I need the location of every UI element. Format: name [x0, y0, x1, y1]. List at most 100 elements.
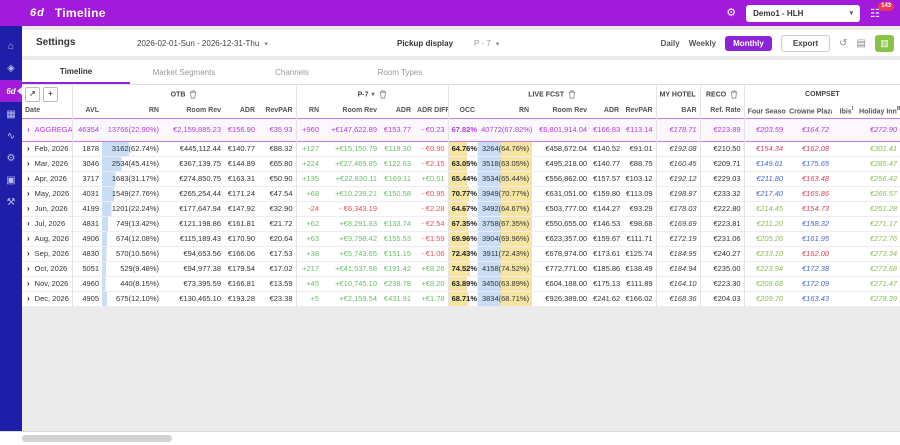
row-expand-chevron[interactable]: › [27, 294, 30, 303]
row-date-label: Jun, 2026 [35, 204, 68, 213]
delete-icon[interactable] [189, 90, 197, 99]
p7-room-rev-cell: +€8,291.83 [322, 216, 380, 231]
row-date-label: Apr, 2026 [35, 174, 67, 183]
date-cell: › Apr, 2026 [22, 171, 72, 186]
crowne-plaza-cell: €163.43 [786, 291, 832, 306]
horizontal-scrollbar[interactable] [0, 431, 900, 445]
expand-all-button[interactable]: ↗ [25, 87, 40, 102]
avl-cell: 4031 [72, 186, 102, 201]
tab-market-segments[interactable]: Market Segments [130, 60, 238, 84]
refresh-icon[interactable]: ↺ [839, 38, 847, 49]
fcst-room-rev-cell: €772,771.00 [532, 261, 590, 276]
chevron-down-icon[interactable]: ▾ [372, 92, 375, 98]
bar-cell: €192.12 [656, 171, 700, 186]
fcst-adr-cell: €166.83 [590, 118, 622, 141]
avl-cell: 4905 [72, 291, 102, 306]
delete-icon[interactable] [730, 90, 738, 99]
property-selector[interactable]: Demo1 - HLH ▾ [746, 5, 860, 22]
pickup-display-selector[interactable]: P - 7▾ [474, 39, 499, 48]
delete-icon[interactable] [568, 90, 576, 99]
row-expand-chevron[interactable]: › [27, 159, 30, 168]
ibis-cell [832, 186, 856, 201]
fcst-revpar-cell: €125.74 [622, 246, 656, 261]
row-expand-chevron[interactable]: › [27, 264, 30, 273]
otb-rn-cell: 3162(62.74%) [102, 141, 162, 156]
fcst-rn-cell: 3758(67.35%) [478, 216, 532, 231]
table-view-icon[interactable]: ▤ [857, 38, 866, 49]
sidebar-item-insights[interactable]: ◈ [0, 58, 22, 78]
month-row: ›Oct, 20265051529(9.48%)€94,977.38€179.5… [22, 261, 900, 276]
sidebar-item-home[interactable]: ⌂ [0, 36, 22, 56]
otb-room-rev-cell: €445,112.44 [162, 141, 224, 156]
row-expand-chevron[interactable]: › [27, 174, 30, 183]
group-live-fcst-label: LIVE FCST [528, 91, 564, 98]
date-cell: ›Jul, 2026 [22, 216, 72, 231]
otb-adr-cell: €163.31 [224, 171, 258, 186]
view-weekly-button[interactable]: Weekly [689, 39, 716, 48]
tab-channels[interactable]: Channels [238, 60, 346, 84]
otb-revpar-cell: €13.59 [258, 276, 296, 291]
row-expand-chevron[interactable]: › [27, 204, 30, 213]
p7-rn-cell: +68 [296, 186, 322, 201]
row-expand-chevron[interactable]: › [27, 189, 30, 198]
otb-rn-cell: 570(10.56%) [102, 246, 162, 261]
p7-room-rev-cell: - €6,343.19 [322, 201, 380, 216]
display-settings-icon[interactable]: ⚙ [726, 8, 736, 19]
fcst-room-rev-cell: €495,218.00 [532, 156, 590, 171]
row-expand-chevron[interactable]: › [27, 219, 30, 228]
timeline-panel: Timeline Market Segments Channels Room T… [22, 60, 900, 307]
col-otb-adr: ADR [224, 103, 258, 118]
sidebar-item-analytics[interactable]: ∿ [0, 126, 22, 146]
p7-rn-cell: +217 [296, 261, 322, 276]
crowne-plaza-cell: €165.86 [786, 186, 832, 201]
ref-rate-cell: €235.00 [700, 261, 744, 276]
tab-timeline[interactable]: Timeline [22, 60, 130, 84]
row-expand-chevron[interactable]: › [27, 249, 30, 258]
otb-adr-cell: €193.28 [224, 291, 258, 306]
otb-adr-cell: €170.90 [224, 231, 258, 246]
four-seasons-cell: €154.34 [744, 141, 786, 156]
ibis-sup: I [852, 106, 853, 112]
crowne-plaza-label: Crowne Plaza [789, 108, 832, 115]
column-settings-button[interactable]: ▥ [875, 35, 894, 52]
view-daily-button[interactable]: Daily [661, 39, 680, 48]
delete-icon[interactable] [379, 90, 387, 99]
otb-room-rev-cell: €265,254.44 [162, 186, 224, 201]
row-expand-chevron[interactable]: › [27, 279, 30, 288]
sidebar-item-settings[interactable]: ⚙ [0, 148, 22, 168]
row-date-label: AGGREGATED [35, 125, 72, 134]
four-seasons-cell: €149.61 [744, 156, 786, 171]
notifications-icon[interactable]: ☷143 [870, 7, 880, 20]
p7-adr-cell [380, 201, 414, 216]
row-date-label: Dec, 2026 [35, 294, 69, 303]
otb-rn-cell: 1549(27.76%) [102, 186, 162, 201]
topbar-actions: ⚙ Demo1 - HLH ▾ ☷143 [726, 5, 888, 22]
col-p7-adr: ADR [380, 103, 414, 118]
row-expand-chevron[interactable]: › [27, 144, 30, 153]
p7-rn-cell: +45 [296, 276, 322, 291]
gear-icon: ⚙ [7, 153, 16, 164]
sidebar-item-tools[interactable]: ⚒ [0, 192, 22, 212]
holiday-inn-cell: €266.57 [856, 186, 900, 201]
sidebar-item-reports[interactable]: ▣ [0, 170, 22, 190]
row-expand-chevron[interactable]: › [27, 125, 30, 134]
add-column-button[interactable]: + [43, 87, 58, 102]
row-expand-chevron[interactable]: › [27, 234, 30, 243]
p7-adr-cell: €191.42 [380, 261, 414, 276]
fcst-room-rev-cell: €503,777.00 [532, 201, 590, 216]
view-monthly-button[interactable]: Monthly [725, 36, 772, 51]
sidebar-item-timeline-active[interactable]: 6d [0, 80, 22, 102]
export-button[interactable]: Export [781, 35, 830, 52]
sidebar-item-planning[interactable]: ▦ [0, 104, 22, 124]
p7-rn-cell: -24 [296, 201, 322, 216]
fcst-rn-cell: 3264(64.76%) [478, 141, 532, 156]
fcst-adr-cell: €140.77 [590, 156, 622, 171]
otb-room-rev-cell: €274,850.75 [162, 171, 224, 186]
date-range-selector[interactable]: 2026-02-01-Sun - 2026-12-31-Thu▾ [137, 39, 268, 48]
tab-room-types[interactable]: Room Types [346, 60, 454, 84]
occ-cell: 63.05% [448, 156, 478, 171]
four-seasons-cell: €211.80 [744, 171, 786, 186]
p7-room-rev-cell: +€147,622.89 [322, 118, 380, 141]
occ-cell: 67.35% [448, 216, 478, 231]
scrollbar-thumb[interactable] [22, 435, 172, 442]
